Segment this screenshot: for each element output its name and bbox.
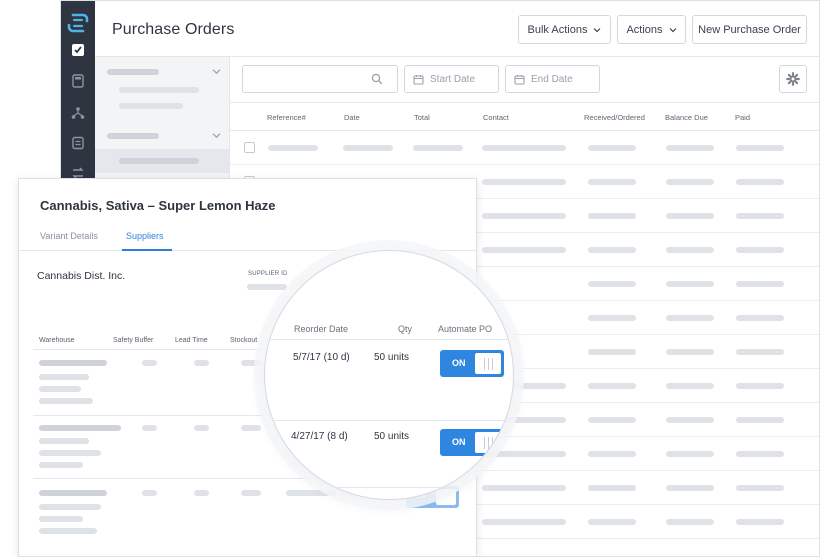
toggle-knob bbox=[475, 432, 501, 453]
checklist-icon[interactable] bbox=[70, 42, 86, 58]
reorder-date: 5/7/17 (10 d) bbox=[293, 352, 350, 363]
calculator-icon[interactable] bbox=[70, 73, 86, 89]
reorder-date: 4/27/17 (8 d) bbox=[291, 431, 348, 442]
bulk-actions-button[interactable]: Bulk Actions bbox=[518, 15, 611, 44]
new-purchase-order-button[interactable]: New Purchase Order bbox=[692, 15, 807, 44]
chevron-down-icon bbox=[669, 27, 676, 32]
sidebar-item-placeholder bbox=[119, 158, 199, 164]
col-reference[interactable]: Reference# bbox=[267, 113, 306, 122]
table-row[interactable] bbox=[230, 131, 819, 165]
settings-button[interactable] bbox=[779, 65, 807, 93]
actions-button[interactable]: Actions bbox=[617, 15, 686, 44]
top-bar: Purchase Orders Bulk Actions Actions New… bbox=[95, 1, 819, 57]
col-reorder-date: Reorder Date bbox=[294, 324, 349, 334]
gear-icon bbox=[786, 72, 800, 86]
col-warehouse: Warehouse bbox=[39, 337, 75, 344]
sidebar-item-placeholder[interactable] bbox=[119, 87, 199, 93]
new-purchase-order-label: New Purchase Order bbox=[698, 23, 801, 36]
supplier-id-label: SUPPLIER ID bbox=[248, 271, 288, 277]
supplier-id-value bbox=[247, 284, 287, 290]
bulk-actions-label: Bulk Actions bbox=[527, 23, 588, 36]
sidebar-group-placeholder[interactable] bbox=[107, 69, 159, 75]
supplier-name: Cannabis Dist. Inc. bbox=[37, 270, 126, 282]
sidebar-item-selected[interactable] bbox=[95, 149, 229, 173]
col-received-ordered[interactable]: Received/Ordered bbox=[584, 113, 645, 122]
col-date[interactable]: Date bbox=[344, 113, 360, 122]
toggle-on-label: ON bbox=[452, 358, 466, 368]
chevron-down-icon bbox=[594, 27, 601, 32]
row-checkbox[interactable] bbox=[244, 142, 255, 153]
search-icon bbox=[371, 73, 383, 85]
col-contact[interactable]: Contact bbox=[483, 113, 509, 122]
toggle-knob bbox=[436, 489, 456, 505]
quantity: 50 units bbox=[374, 352, 410, 363]
search-input[interactable] bbox=[242, 65, 398, 93]
start-date-placeholder: Start Date bbox=[430, 73, 476, 85]
start-date-input[interactable]: Start Date bbox=[404, 65, 499, 93]
col-balance-due[interactable]: Balance Due bbox=[665, 113, 708, 122]
active-tab-indicator bbox=[122, 249, 172, 251]
chevron-down-icon[interactable] bbox=[212, 131, 221, 140]
variant-tabs: Variant Details Suppliers bbox=[19, 224, 476, 251]
sidebar-item-placeholder[interactable] bbox=[119, 103, 183, 109]
divider bbox=[265, 487, 513, 488]
divider bbox=[265, 339, 513, 340]
calendar-icon bbox=[514, 74, 525, 85]
col-stockout: Stockout bbox=[230, 337, 258, 344]
end-date-placeholder: End Date bbox=[531, 73, 573, 85]
page-title: Purchase Orders bbox=[112, 21, 235, 38]
variant-title: Cannabis, Sativa – Super Lemon Haze bbox=[40, 198, 276, 213]
end-date-input[interactable]: End Date bbox=[505, 65, 600, 93]
col-paid[interactable]: Paid bbox=[735, 113, 750, 122]
col-total[interactable]: Total bbox=[414, 113, 430, 122]
divider bbox=[265, 420, 513, 421]
toggle-on-label: ON bbox=[452, 437, 466, 447]
col-lead-time: Lead Time bbox=[175, 337, 208, 344]
automate-po-toggle[interactable]: ON bbox=[440, 429, 504, 456]
col-automate-po: Automate PO bbox=[438, 324, 493, 334]
tab-suppliers[interactable]: Suppliers bbox=[126, 231, 164, 241]
document-icon[interactable] bbox=[70, 135, 86, 151]
chevron-down-icon[interactable] bbox=[212, 67, 221, 76]
tab-variant-details[interactable]: Variant Details bbox=[40, 231, 98, 241]
quantity: 50 units bbox=[374, 431, 410, 442]
automate-po-toggle[interactable]: ON bbox=[440, 350, 504, 377]
orders-table-header: Reference# Date Total Contact Received/O… bbox=[230, 103, 819, 131]
filter-bar: Start Date End Date bbox=[230, 57, 819, 103]
calendar-icon bbox=[413, 74, 424, 85]
logo-icon[interactable] bbox=[67, 12, 89, 34]
col-safety-buffer: Safety Buffer bbox=[113, 337, 154, 344]
toggle-knob bbox=[475, 353, 501, 374]
sidebar-group-placeholder[interactable] bbox=[107, 133, 159, 139]
magnifier-lens: Reorder Date Qty Automate PO 5/7/17 (10 … bbox=[264, 250, 514, 500]
actions-label: Actions bbox=[626, 23, 663, 36]
network-icon[interactable] bbox=[70, 105, 86, 121]
col-qty: Qty bbox=[398, 324, 413, 334]
